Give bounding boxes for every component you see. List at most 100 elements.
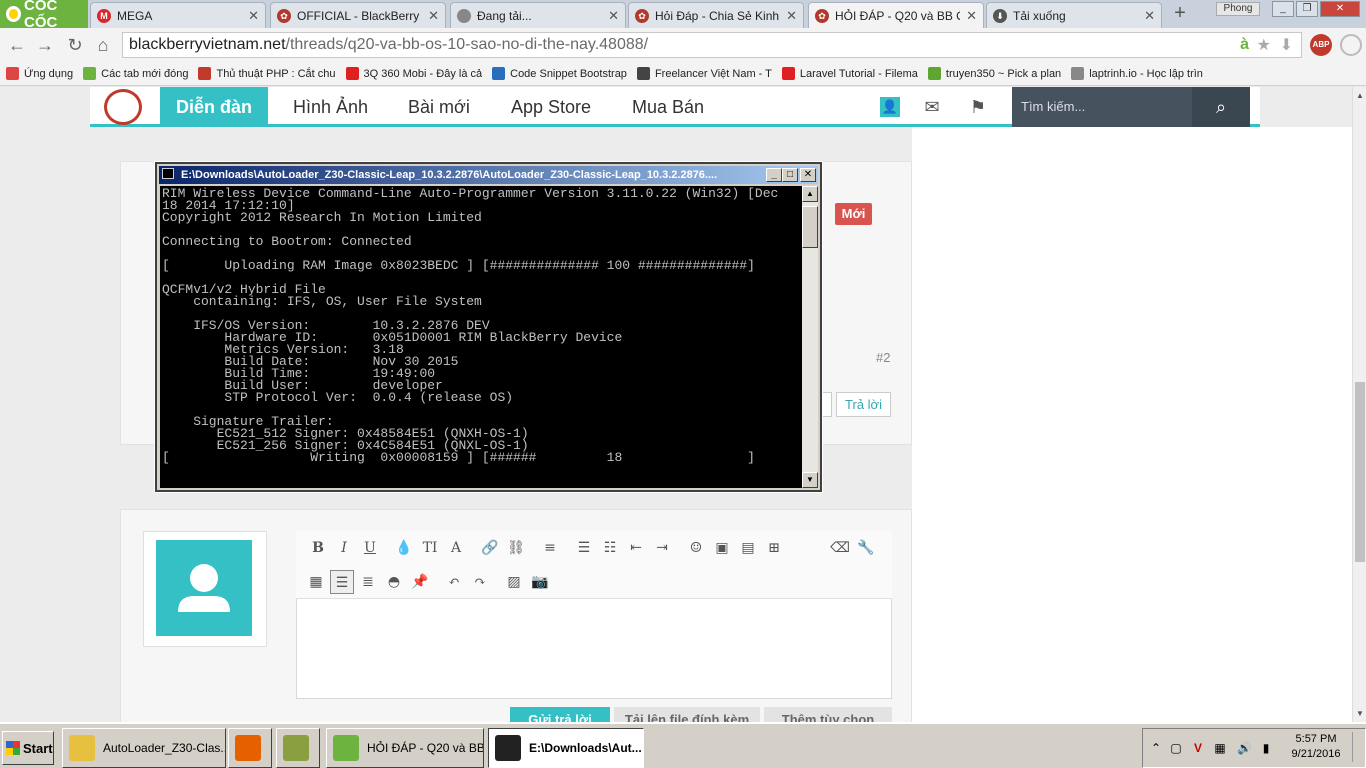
browser-tab[interactable]: ⬇ Tải xuống ✕ (986, 2, 1162, 28)
taskbar-item[interactable] (228, 728, 272, 768)
scroll-down-icon[interactable]: ▼ (1356, 709, 1364, 718)
bookmark-item[interactable]: Các tab mới đóng (83, 67, 188, 80)
font-icon[interactable]: A (444, 536, 468, 560)
camera-icon[interactable]: 📷 (528, 570, 552, 594)
reply-button[interactable]: Trả lời (836, 392, 891, 417)
redo-icon[interactable]: ↷ (468, 570, 492, 594)
taskbar-item[interactable] (276, 728, 320, 768)
upload-attachment-button[interactable]: Tải lên file đính kèm (614, 707, 760, 722)
start-button[interactable]: Start (2, 731, 54, 765)
console-close-icon[interactable]: ✕ (800, 168, 816, 182)
star-icon[interactable]: ★ (1257, 35, 1271, 55)
taskbar-item[interactable]: E:\Downloads\Aut... (488, 728, 644, 768)
media-icon[interactable]: ▤ (736, 536, 760, 560)
qr-icon[interactable]: ▦ (304, 570, 328, 594)
forward-icon[interactable]: → (34, 34, 56, 56)
antivirus-icon[interactable]: V (1191, 741, 1205, 755)
indent-icon[interactable]: ⇥ (650, 536, 674, 560)
submit-reply-button[interactable]: Gửi trả lời (510, 707, 610, 722)
tab-close-icon[interactable]: ✕ (786, 8, 797, 24)
tab-close-icon[interactable]: ✕ (966, 8, 977, 24)
italic-icon[interactable]: I (332, 536, 356, 560)
flag-icon[interactable]: ⚑ (968, 97, 988, 117)
site-logo-icon[interactable] (104, 89, 142, 125)
eraser-icon[interactable]: ⌫ (828, 536, 852, 560)
bookmark-item[interactable]: laptrinh.io - Học lập trìn (1071, 67, 1203, 80)
bookmark-item[interactable]: Code Snippet Bootstrap (492, 67, 627, 80)
browser-tab[interactable]: ✿ HỎI ĐÁP - Q20 và BB OS ✕ (808, 2, 984, 28)
coccoc-logo[interactable]: CỐC CỐC (0, 0, 88, 31)
nav-item[interactable]: Mua Bán (616, 87, 720, 127)
code-icon[interactable]: ☰ (330, 569, 354, 594)
console-window[interactable]: E:\Downloads\AutoLoader_Z30-Classic-Leap… (154, 161, 823, 493)
tab-close-icon[interactable]: ✕ (1144, 8, 1155, 24)
minimize-icon[interactable]: _ (1272, 1, 1294, 17)
outdent-icon[interactable]: ⇤ (624, 536, 648, 560)
insert-icon[interactable]: ⊞ (762, 536, 786, 560)
page-scrollbar[interactable]: ▲ ▼ (1352, 87, 1366, 722)
scroll-thumb[interactable] (1355, 382, 1365, 562)
reload-icon[interactable]: ↻ (64, 34, 86, 56)
bookmark-item[interactable]: Freelancer Việt Nam - T (636, 67, 772, 80)
search-input[interactable]: Tìm kiếm... (1012, 87, 1192, 127)
number-list-icon[interactable]: ☷ (598, 536, 622, 560)
taskbar-item[interactable]: HỎI ĐÁP - Q20 và BB... (326, 728, 484, 768)
undo-icon[interactable]: ↶ (442, 570, 466, 594)
smiley-icon[interactable]: ☺ (684, 536, 708, 560)
spoiler-icon[interactable]: ◓ (382, 570, 406, 594)
image-icon[interactable]: ▣ (710, 536, 734, 560)
restore-icon[interactable]: ❐ (1296, 1, 1318, 17)
download-icon[interactable]: ⬇ (1280, 35, 1293, 55)
tab-close-icon[interactable]: ✕ (608, 8, 619, 24)
nav-item[interactable]: Diễn đàn (160, 87, 269, 127)
scroll-up-icon[interactable]: ▲ (1356, 91, 1364, 100)
clock[interactable]: 5:57 PM 9/21/2016 (1282, 732, 1350, 762)
link-icon[interactable]: 🔗 (478, 536, 502, 560)
console-scrollbar[interactable]: ▲ ▼ (802, 186, 818, 488)
search-icon[interactable]: ⌕ (1192, 87, 1250, 127)
menu-icon[interactable] (1340, 34, 1362, 56)
console-scroll-down-icon[interactable]: ▼ (802, 472, 818, 488)
font-size-icon[interactable]: TI (418, 536, 442, 560)
adblock-icon[interactable]: ABP (1310, 34, 1332, 56)
underline-icon[interactable]: U (358, 536, 382, 560)
browser-tab[interactable]: ✿ Hỏi Đáp - Chia Sẻ Kinh Ng ✕ (628, 2, 804, 28)
list-icon[interactable]: ≣ (356, 570, 380, 594)
bookmark-item[interactable]: 3Q 360 Mobi - Đây là cả (345, 67, 482, 80)
browser-tab[interactable]: M MEGA ✕ (90, 2, 266, 28)
nav-item[interactable]: Bài mới (392, 87, 486, 127)
browser-tab[interactable]: ✿ OFFICIAL - BlackBerry 10 ✕ (270, 2, 446, 28)
user-icon[interactable]: 👤 (880, 97, 900, 117)
profile-button[interactable]: Phong (1216, 2, 1260, 16)
bold-icon[interactable]: B (306, 536, 330, 560)
taskbar-item[interactable]: AutoLoader_Z30-Clas... (62, 728, 226, 768)
mail-icon[interactable]: ✉ (922, 97, 942, 117)
pin-icon[interactable]: 📌 (408, 570, 432, 594)
console-scroll-thumb[interactable] (802, 206, 818, 248)
new-tab-button[interactable]: + (1166, 2, 1194, 26)
more-options-button[interactable]: Thêm tùy chọn (764, 707, 892, 722)
browser-tab[interactable]: Đang tải... ✕ (450, 2, 626, 28)
nav-item[interactable]: Hình Ảnh (277, 87, 384, 127)
post-number[interactable]: #2 (876, 350, 890, 365)
nav-item[interactable]: App Store (495, 87, 607, 127)
picture-icon[interactable]: ▨ (502, 570, 526, 594)
color-icon[interactable]: 💧 (392, 536, 416, 560)
network-icon[interactable]: ▦ (1213, 741, 1227, 755)
close-window-icon[interactable]: ✕ (1320, 1, 1360, 17)
tray-expand-icon[interactable]: ⌃ (1149, 741, 1163, 755)
wrench-icon[interactable]: 🔧 (854, 536, 878, 560)
bookmark-item[interactable]: Laravel Tutorial - Filema (781, 67, 918, 80)
console-maximize-icon[interactable]: □ (782, 168, 798, 182)
console-scroll-up-icon[interactable]: ▲ (802, 186, 818, 202)
console-minimize-icon[interactable]: _ (766, 168, 782, 182)
back-icon[interactable]: ← (6, 34, 28, 56)
address-bar[interactable]: blackberryvietnam.net/threads/q20-va-bb-… (122, 32, 1302, 58)
bullet-list-icon[interactable]: ☰ (572, 536, 596, 560)
bookmark-item[interactable]: Thủ thuật PHP : Cắt chu (198, 67, 336, 80)
bookmark-item[interactable]: truyen350 ~ Pick a plan (927, 67, 1061, 80)
show-desktop-button[interactable] (1352, 732, 1362, 762)
tab-close-icon[interactable]: ✕ (248, 8, 259, 24)
tab-close-icon[interactable]: ✕ (428, 8, 439, 24)
bookmark-item[interactable]: Ứng dụng (6, 67, 73, 80)
